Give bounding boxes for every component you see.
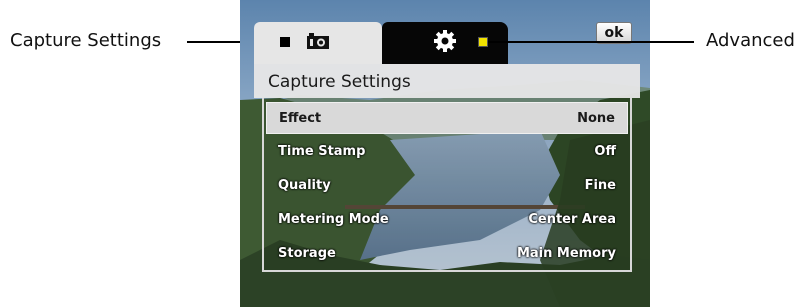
setting-value: Fine [584,178,616,193]
panel-title: Capture Settings [254,64,640,98]
setting-row-time-stamp[interactable]: Time Stamp Off [266,136,628,168]
callout-advanced: Advanced [706,30,795,51]
callout-marker-left [280,37,290,47]
gear-icon [433,29,457,57]
setting-value: Center Area [528,212,616,227]
setting-row-storage[interactable]: Storage Main Memory [266,238,628,270]
tab-capture-settings[interactable] [254,22,382,64]
callout-line-right [481,41,694,43]
setting-row-quality[interactable]: Quality Fine [266,170,628,202]
setting-label: Effect [279,111,322,126]
setting-label: Time Stamp [278,144,366,159]
setting-value: Off [594,144,616,159]
setting-value: Main Memory [516,246,616,261]
callout-marker-right [478,37,488,47]
callout-capture-settings: Capture Settings [10,30,162,51]
setting-row-effect[interactable]: Effect None [266,102,628,134]
tab-advanced[interactable] [382,22,508,64]
setting-label: Quality [278,178,331,193]
setting-value: None [577,111,615,126]
camera-icon [306,32,330,54]
setting-label: Metering Mode [278,212,389,227]
setting-label: Storage [278,246,336,261]
camera-settings-screen: ok Capture Settings Effect None Time Sta… [240,0,650,307]
setting-row-metering-mode[interactable]: Metering Mode Center Area [266,204,628,236]
annotated-screenshot: Capture Settings Advanced ok Capture Set… [0,0,808,307]
